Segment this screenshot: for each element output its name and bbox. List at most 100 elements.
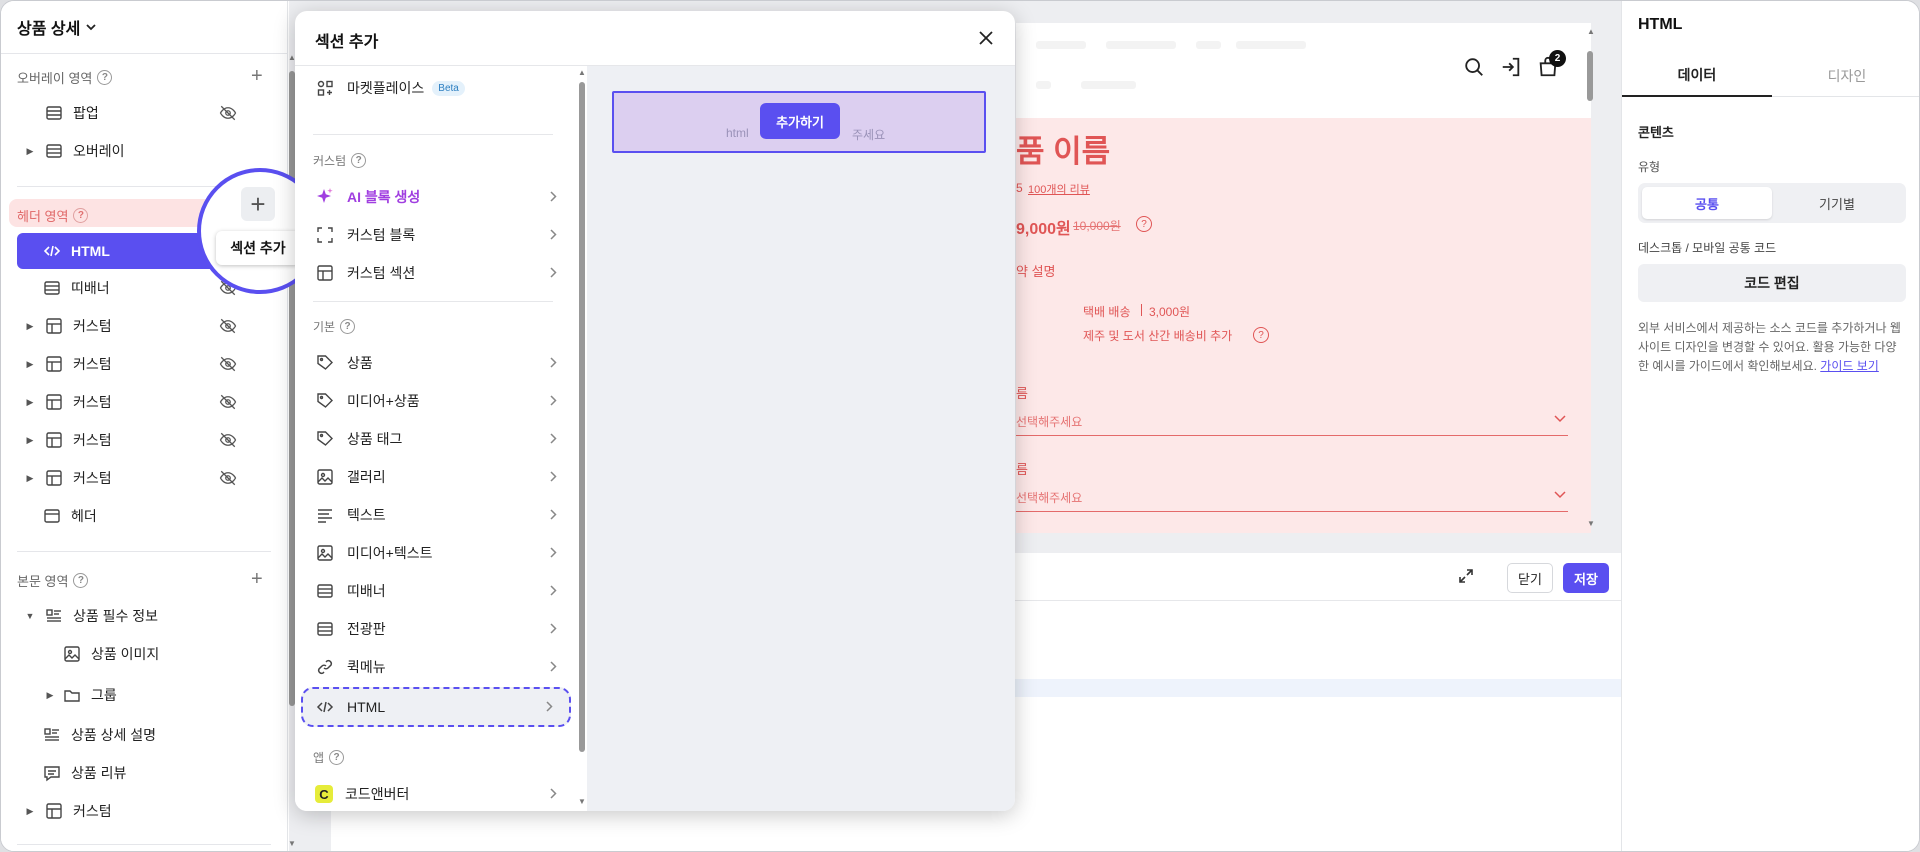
review-link[interactable]: 100개의 리뷰 [1028, 181, 1090, 197]
caret-right-icon[interactable]: ▶ [23, 359, 37, 370]
caret-right-icon[interactable]: ▶ [23, 321, 37, 332]
tree-item-group[interactable]: ▶ 그룹 [17, 678, 272, 712]
help-icon[interactable]: ? [351, 153, 367, 168]
menu-item-quick-menu[interactable]: 퀵메뉴 [309, 649, 571, 685]
close-icon[interactable] [977, 29, 995, 47]
search-icon[interactable] [1463, 56, 1485, 78]
menu-item-media-text[interactable]: 미디어+텍스트 [309, 535, 571, 571]
tree-item-custom[interactable]: ▶ 커스텀 [17, 385, 272, 419]
shipping-method: 택배 배송 [1083, 305, 1131, 319]
tag-icon [315, 429, 335, 449]
edit-code-button[interactable]: 코드 편집 [1638, 264, 1906, 302]
cart-icon[interactable]: 2 [1537, 50, 1566, 78]
tree-item-product-desc[interactable]: 상품 상세 설명 [17, 718, 272, 752]
menu-item-label: 커스텀 섹션 [347, 265, 416, 281]
add-section-plus-icon[interactable]: + [241, 187, 275, 221]
caret-down-icon[interactable]: ▼ [23, 611, 37, 621]
basic-group-label: 기본? [313, 318, 356, 335]
menu-item-marketplace[interactable]: 마켓플레이스 Beta [309, 70, 571, 106]
layout-icon [46, 470, 62, 486]
type-label: 유형 [1638, 160, 1661, 174]
help-icon[interactable]: ? [73, 208, 89, 223]
menu-item-ai-block[interactable]: AI 블록 생성 [309, 179, 571, 215]
menu-item-custom-block[interactable]: 커스텀 블록 [309, 217, 571, 253]
eye-off-icon[interactable] [219, 393, 237, 411]
header-section-label: 헤더 영역? [17, 206, 89, 225]
help-icon[interactable]: ? [97, 70, 113, 85]
help-icon[interactable]: ? [329, 750, 345, 765]
save-button[interactable]: 저장 [1563, 563, 1609, 593]
tree-item-custom[interactable]: ▶ 커스텀 [17, 309, 272, 343]
menu-item-marquee[interactable]: 전광판 [309, 611, 571, 647]
page-selector[interactable]: 상품 상세 [17, 15, 96, 39]
menu-scrollbar[interactable]: ▲ ▼ [577, 66, 587, 811]
caret-right-icon[interactable]: ▶ [23, 397, 37, 408]
chevron-right-icon [550, 788, 557, 799]
caret-right-icon[interactable]: ▶ [23, 146, 37, 157]
tab-design[interactable]: 디자인 [1772, 55, 1919, 97]
menu-item-text[interactable]: 텍스트 [309, 497, 571, 533]
tree-item-label: 헤더 [71, 508, 97, 524]
menu-item-banner[interactable]: 띠배너 [309, 573, 571, 609]
login-icon[interactable] [1500, 56, 1522, 78]
tree-item-label: 커스텀 [73, 470, 112, 486]
tree-item-custom[interactable]: ▶ 커스텀 [17, 794, 272, 828]
option1-label: 름 [1016, 386, 1028, 401]
option2-label: 름 [1016, 462, 1028, 477]
codenbutter-logo: C [315, 785, 333, 803]
preview-scrollbar[interactable]: ▲ ▼ [1585, 23, 1595, 533]
menu-item-product[interactable]: 상품 [309, 345, 571, 381]
menu-item-gallery[interactable]: 갤러리 [309, 459, 571, 495]
caret-right-icon[interactable]: ▶ [23, 435, 37, 446]
eye-off-icon[interactable] [219, 469, 237, 487]
eye-off-icon[interactable] [219, 431, 237, 449]
body-label-text: 본문 영역 [17, 574, 69, 589]
code-icon [43, 245, 61, 257]
guide-link[interactable]: 가이드 보기 [1820, 359, 1879, 373]
tree-item-review[interactable]: 상품 리뷰 [17, 756, 272, 790]
option1-select[interactable]: 선택해주세요 [1016, 413, 1082, 430]
tree-item-custom[interactable]: ▶ 커스텀 [17, 461, 272, 495]
expand-icon[interactable] [1458, 568, 1474, 584]
option2-select[interactable]: 선택해주세요 [1016, 489, 1082, 506]
help-icon[interactable]: ? [73, 573, 89, 588]
tree-item-custom[interactable]: ▶ 커스텀 [17, 347, 272, 381]
tree-item-header[interactable]: 헤더 [17, 499, 272, 533]
type-option-common[interactable]: 공통 [1642, 187, 1772, 219]
caret-right-icon[interactable]: ▶ [23, 806, 37, 817]
tree-item-overlay[interactable]: ▶ 오버레이 [17, 134, 272, 168]
help-icon[interactable]: ? [340, 319, 356, 334]
caret-right-icon[interactable]: ▶ [43, 690, 57, 701]
tab-data[interactable]: 데이터 [1622, 55, 1772, 97]
add-section-button[interactable]: 추가하기 [760, 103, 840, 139]
menu-item-html[interactable]: HTML [301, 687, 571, 727]
product-price: 9,000원 [1016, 221, 1071, 238]
tree-item-popup[interactable]: 팝업 [17, 96, 272, 130]
shipping-extra: 제주 및 도서 산간 배송비 추가 [1083, 329, 1233, 343]
eye-off-icon[interactable] [219, 104, 237, 122]
price-help-icon[interactable]: ? [1136, 216, 1152, 232]
close-button[interactable]: 닫기 [1507, 563, 1553, 593]
shipping-help-icon[interactable]: ? [1253, 327, 1269, 343]
caret-right-icon[interactable]: ▶ [23, 473, 37, 484]
chevron-right-icon [550, 357, 557, 368]
menu-item-codenbutter[interactable]: C 코드앤버터 [309, 776, 571, 811]
type-option-device[interactable]: 기기별 [1772, 187, 1902, 219]
tree-item-product-image[interactable]: 상품 이미지 [17, 637, 272, 671]
menu-item-media-product[interactable]: 미디어+상품 [309, 383, 571, 419]
html-section-preview[interactable]: html 주세요 추가하기 [612, 91, 986, 153]
tree-item-product-info[interactable]: ▼ 상품 필수 정보 [17, 599, 272, 633]
page-preview[interactable]: 2 품 이름 5 100개의 리뷰 9,000원 10,000원 ? 약 설명 … [1016, 23, 1591, 533]
menu-item-custom-section[interactable]: 커스텀 섹션 [309, 255, 571, 291]
eye-off-icon[interactable] [219, 317, 237, 335]
eye-off-icon[interactable] [219, 355, 237, 373]
tree-item-custom[interactable]: ▶ 커스텀 [17, 423, 272, 457]
add-overlay-icon[interactable]: + [251, 66, 263, 86]
menu-item-product-tag[interactable]: 상품 태그 [309, 421, 571, 457]
add-section-tooltip: 섹션 추가 [216, 231, 300, 265]
layout-icon [46, 432, 62, 448]
preview-header: 2 [1016, 23, 1591, 118]
product-name: 품 이름 [1016, 134, 1111, 169]
tree-item-label: 그룹 [91, 687, 117, 703]
add-body-icon[interactable]: + [251, 569, 263, 589]
